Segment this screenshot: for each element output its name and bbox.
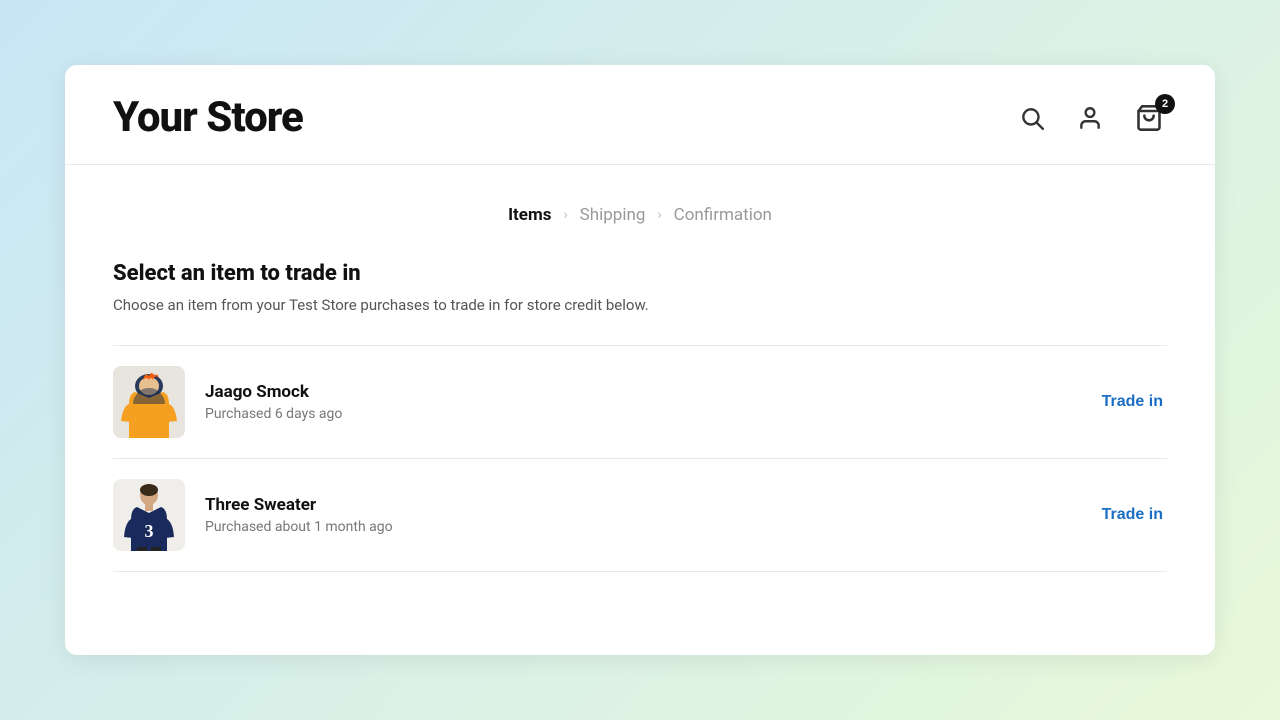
chevron-icon-2: › xyxy=(657,207,661,223)
breadcrumb-shipping: Shipping xyxy=(580,205,646,225)
header-icons: 2 xyxy=(1015,100,1167,136)
main-content: Items › Shipping › Confirmation Select a… xyxy=(65,165,1215,655)
product-date-jaago: Purchased 6 days ago xyxy=(205,406,1098,422)
breadcrumb: Items › Shipping › Confirmation xyxy=(113,205,1167,225)
product-date-sweater: Purchased about 1 month ago xyxy=(205,519,1098,535)
search-icon xyxy=(1019,105,1045,131)
header: Your Store xyxy=(65,65,1215,165)
product-info-jaago: Jaago Smock Purchased 6 days ago xyxy=(205,382,1098,422)
chevron-icon-1: › xyxy=(563,207,567,223)
section-title: Select an item to trade in xyxy=(113,261,1167,286)
jaago-product-svg xyxy=(113,366,185,438)
product-name-jaago: Jaago Smock xyxy=(205,382,1098,402)
product-row-sweater: 3 Three Sweater Purchased about 1 month … xyxy=(113,459,1167,572)
product-image-jaago xyxy=(113,366,185,438)
breadcrumb-confirmation: Confirmation xyxy=(674,205,772,225)
trade-in-button-jaago[interactable]: Trade in xyxy=(1098,385,1167,419)
breadcrumb-items: Items xyxy=(508,205,551,225)
cart-badge: 2 xyxy=(1155,94,1175,114)
product-row-jaago: Jaago Smock Purchased 6 days ago Trade i… xyxy=(113,346,1167,459)
product-info-sweater: Three Sweater Purchased about 1 month ag… xyxy=(205,495,1098,535)
svg-text:3: 3 xyxy=(145,521,154,541)
cart-button[interactable]: 2 xyxy=(1131,100,1167,136)
section-description: Choose an item from your Test Store purc… xyxy=(113,294,1167,317)
user-button[interactable] xyxy=(1073,101,1107,135)
search-button[interactable] xyxy=(1015,101,1049,135)
product-image-sweater: 3 xyxy=(113,479,185,551)
user-icon xyxy=(1077,105,1103,131)
trade-in-button-sweater[interactable]: Trade in xyxy=(1098,498,1167,532)
store-title: Your Store xyxy=(113,93,303,142)
main-card: Your Store xyxy=(65,65,1215,655)
sweater-product-svg: 3 xyxy=(113,479,185,551)
product-name-sweater: Three Sweater xyxy=(205,495,1098,515)
